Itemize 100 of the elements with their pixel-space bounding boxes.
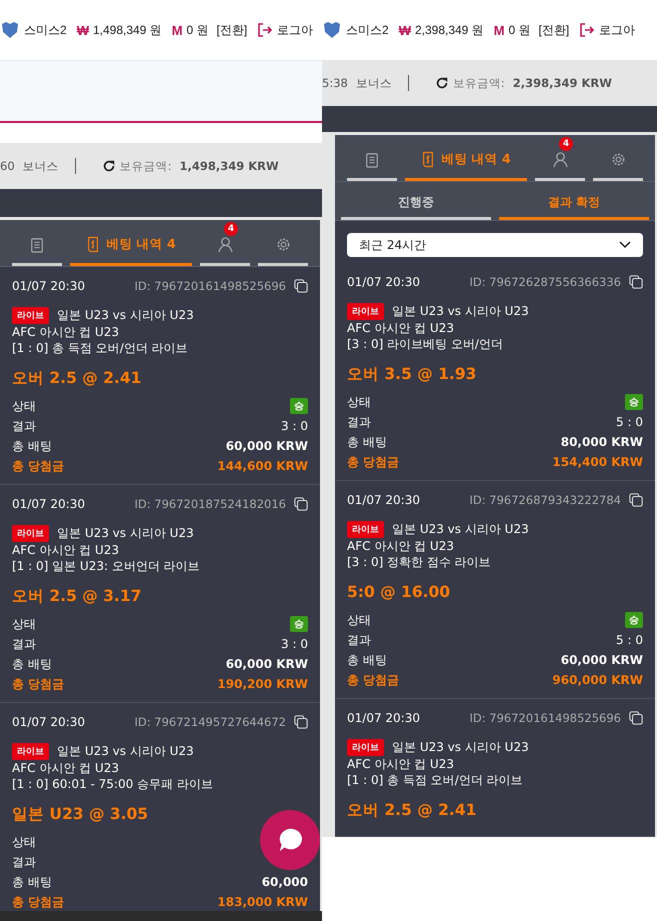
copy-icon[interactable] (629, 275, 643, 289)
match-name: 일본 U23 vs 시리아 U23 (57, 525, 194, 541)
league-name: AFC 아시안 컵 U23 (347, 756, 455, 772)
switch-link[interactable]: [전환] (538, 22, 570, 38)
result-badge: 승 (290, 616, 308, 632)
league-name: AFC 아시안 컵 U23 (12, 542, 120, 558)
row-label: 총 배팅 (12, 656, 52, 672)
bet-id: ID: 796726287556366336 (470, 275, 621, 289)
row-value: 60,000 KRW (560, 653, 643, 667)
row-label: 결과 (12, 418, 36, 434)
row-label: 상태 (347, 394, 371, 410)
bet-pick: 오버 2.5 @ 2.41 (12, 368, 142, 389)
balance-value: 2,398,349 KRW (512, 76, 612, 90)
row-value: 154,400 KRW (552, 455, 643, 469)
match-name: 일본 U23 vs 시리아 U23 (392, 303, 529, 319)
bet-date: 01/07 20:30 (347, 711, 421, 725)
bonus-link[interactable]: 보너스 (22, 158, 59, 174)
match-name: 일본 U23 vs 시리아 U23 (392, 521, 529, 537)
league-name: AFC 아시안 컵 U23 (12, 324, 120, 340)
bet-pick: 일본 U23 @ 3.05 (12, 804, 150, 825)
copy-icon[interactable] (629, 493, 643, 507)
clipboard-icon (365, 152, 379, 168)
league-name: AFC 아시안 컵 U23 (347, 320, 455, 336)
result-badge: 승 (290, 398, 308, 414)
receipt-icon (421, 151, 436, 168)
row-label: 상태 (347, 612, 371, 628)
row-label: 총 당첨금 (347, 454, 400, 470)
copy-icon[interactable] (294, 497, 308, 511)
market-name: [3 : 0] 라이브베팅 오버/언더 (347, 336, 504, 352)
bet-date: 01/07 20:30 (347, 275, 421, 289)
bonus-link[interactable]: 보너스 (356, 76, 392, 90)
logout-icon[interactable] (579, 22, 596, 38)
bet-pick: 오버 2.5 @ 3.17 (12, 586, 142, 607)
status-tab[interactable]: 결과 확정 (499, 190, 649, 220)
live-badge: 라이브 (347, 738, 384, 756)
copy-icon[interactable] (294, 715, 308, 729)
settings-icon (276, 237, 290, 252)
time-text: 5:38 (322, 76, 348, 90)
live-badge: 라이브 (12, 306, 49, 324)
period-dropdown[interactable]: 최근 24시간 (347, 233, 643, 257)
count-badge: 4 (224, 222, 238, 236)
row-value: 60,000 KRW (226, 439, 308, 453)
row-value: 960,000 KRW (552, 673, 643, 687)
row-value: 3 : 0 (281, 419, 308, 433)
balance-label: 보유금액: (452, 76, 505, 90)
bet-date: 01/07 20:30 (347, 493, 421, 507)
count-badge: 4 (559, 137, 573, 151)
row-label: 결과 (12, 636, 36, 652)
live-badge: 라이브 (347, 520, 384, 538)
username: 스미스2 (346, 22, 389, 38)
row-label: 총 배팅 (347, 434, 387, 450)
person-icon (218, 236, 232, 253)
match-name: 일본 U23 vs 시리아 U23 (57, 743, 194, 759)
market-name: [1 : 0] 60:01 - 75:00 승무패 라이브 (12, 776, 214, 792)
row-label: 상태 (12, 616, 36, 632)
point-symbol: M (494, 22, 505, 38)
person-icon (552, 151, 568, 168)
balance-label: 보유금액: (120, 158, 172, 174)
copy-icon[interactable] (294, 279, 308, 293)
bet-id: ID: 796720161498525696 (470, 711, 621, 725)
refresh-icon[interactable] (102, 159, 116, 173)
currency-symbol: ₩ (76, 22, 89, 38)
refresh-icon[interactable] (434, 76, 449, 90)
logout-link[interactable]: 로그아 (599, 22, 636, 38)
receipt-icon (86, 236, 100, 253)
bet-id: ID: 796721495727644672 (134, 715, 286, 729)
row-label: 결과 (12, 854, 36, 870)
settings-icon (610, 152, 626, 167)
shield-icon (322, 20, 342, 40)
currency-symbol: ₩ (398, 22, 411, 38)
row-value: 5 : 0 (616, 415, 643, 429)
row-label: 총 당첨금 (347, 672, 400, 688)
bet-pick: 오버 2.5 @ 2.41 (347, 800, 478, 821)
row-label: 총 당첨금 (12, 676, 64, 692)
bet-date: 01/07 20:30 (12, 497, 86, 511)
row-label: 총 배팅 (347, 652, 387, 668)
point-symbol: M (172, 22, 183, 38)
switch-link[interactable]: [전환] (216, 22, 248, 38)
live-badge: 라이브 (347, 302, 384, 320)
point-balance: 0 원 (186, 22, 209, 38)
market-name: [1 : 0] 총 득점 오버/언더 라이브 (347, 772, 524, 788)
match-name: 일본 U23 vs 시리아 U23 (392, 739, 529, 755)
logout-link[interactable]: 로그아 (277, 22, 314, 38)
row-label: 결과 (347, 632, 371, 648)
live-badge: 라이브 (12, 742, 49, 760)
time-text: 60 (0, 159, 15, 173)
balance-value: 1,498,349 KRW (180, 159, 279, 173)
shield-icon (0, 20, 20, 40)
user-tab[interactable]: 4 (200, 220, 250, 266)
copy-icon[interactable] (629, 711, 643, 725)
market-name: [3 : 0] 정확한 점수 라이브 (347, 554, 492, 570)
result-badge: 승 (625, 612, 643, 628)
logout-icon[interactable] (257, 22, 274, 38)
status-tab[interactable]: 진행중 (341, 190, 491, 220)
username: 스미스2 (24, 22, 67, 38)
row-label: 결과 (347, 414, 371, 430)
cash-balance: 2,398,349 원 (414, 22, 484, 38)
cash-balance: 1,498,349 원 (92, 22, 162, 38)
league-name: AFC 아시안 컵 U23 (12, 760, 120, 776)
bet-history-tab[interactable]: 베팅 내역 4 (70, 220, 192, 266)
